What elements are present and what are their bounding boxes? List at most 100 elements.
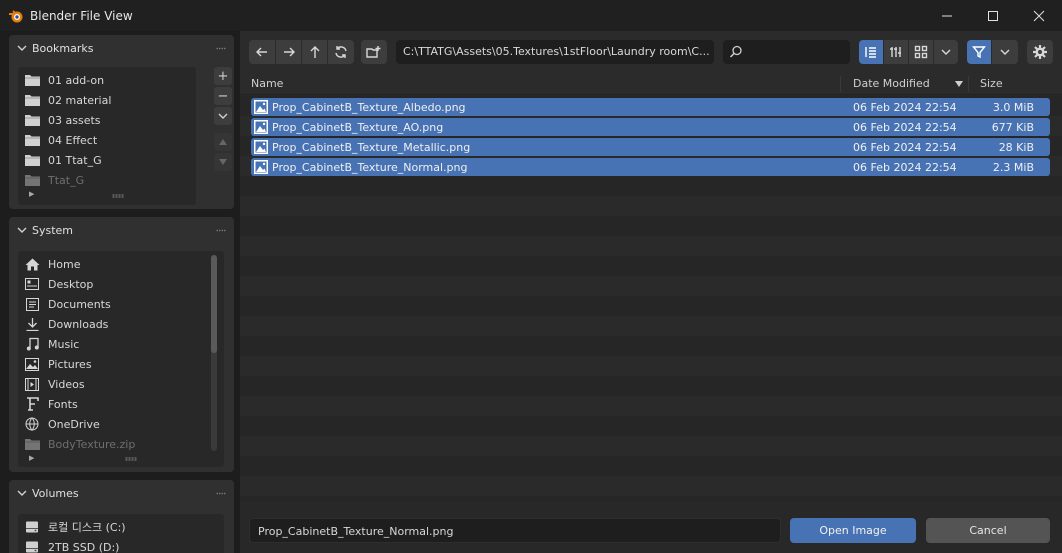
settings-button[interactable]	[1027, 40, 1053, 64]
system-item-label: Pictures	[48, 357, 92, 371]
image-file-icon	[254, 120, 268, 134]
drag-grip-icon[interactable]	[216, 492, 226, 495]
bookmarks-item[interactable]: 03 assets	[18, 110, 196, 130]
column-divider[interactable]	[968, 76, 969, 92]
system-item[interactable]: BodyTexture.zip	[18, 434, 224, 454]
system-scrollbar[interactable]	[211, 255, 217, 451]
bookmarks-item[interactable]: 01 Ttat_G	[18, 150, 196, 170]
close-icon	[1033, 10, 1045, 21]
refresh-button[interactable]	[328, 40, 354, 64]
thumbnail-view-button[interactable]	[909, 40, 933, 64]
home-icon	[24, 257, 40, 271]
directory-path-field[interactable]: C:\TTATG\Assets\05.Textures\1stFloor\Lau…	[396, 40, 714, 64]
cancel-button[interactable]: Cancel	[926, 518, 1050, 543]
desktop-icon	[24, 277, 40, 291]
filter-icon	[972, 46, 986, 59]
scrollbar-thumb[interactable]	[211, 255, 217, 353]
search-field[interactable]	[723, 40, 850, 64]
system-item[interactable]: Documents	[18, 294, 224, 314]
bookmarks-item[interactable]: 01 add-on	[18, 70, 196, 90]
maximize-button[interactable]	[970, 0, 1016, 31]
volumes-panel: Volumes 로컬 디스크 (C:) 2TB SSD (D:)	[9, 480, 234, 553]
size-column-header[interactable]: Size	[980, 73, 1003, 95]
list-resize-grip[interactable]	[112, 194, 124, 198]
bookmarks-item-label: Ttat_G	[48, 173, 85, 187]
remove-bookmark-button[interactable]: −	[214, 87, 232, 105]
open-image-button[interactable]: Open Image	[790, 518, 916, 543]
drag-grip-icon[interactable]	[216, 229, 226, 232]
filter-toggle-button[interactable]	[967, 40, 991, 64]
sidebar: Bookmarks 01 add-on 02 material 03 assets 0…	[0, 31, 240, 553]
parent-directory-button[interactable]	[302, 40, 327, 64]
system-item-label: Music	[48, 337, 80, 351]
list-view-icon	[865, 47, 876, 58]
columns-view-icon	[890, 47, 901, 57]
new-folder-button[interactable]	[361, 40, 387, 64]
system-item[interactable]: OneDrive	[18, 414, 224, 434]
system-header-label: System	[32, 223, 74, 237]
display-size-dropdown[interactable]	[934, 40, 958, 64]
file-name: Prop_CabinetB_Texture_Albedo.png	[272, 100, 466, 114]
file-name: Prop_CabinetB_Texture_Metallic.png	[272, 140, 471, 154]
move-down-button[interactable]	[214, 153, 232, 171]
videos-icon	[24, 377, 40, 391]
system-item[interactable]: Music	[18, 334, 224, 354]
image-file-icon	[254, 160, 268, 174]
bookmarks-panel: Bookmarks 01 add-on 02 material 03 assets 0…	[9, 35, 234, 209]
bookmarks-item[interactable]: Ttat_G	[18, 170, 196, 190]
bookmarks-header[interactable]: Bookmarks	[9, 35, 234, 61]
image-file-icon	[254, 140, 268, 154]
system-item[interactable]: Pictures	[18, 354, 224, 374]
bookmarks-side-buttons: + −	[214, 67, 232, 173]
bookmarks-item[interactable]: 02 material	[18, 90, 196, 110]
window-title: Blender File View	[30, 8, 133, 23]
expand-arrow-icon[interactable]: ▶	[29, 190, 34, 198]
filename-field[interactable]: Prop_CabinetB_Texture_Normal.png	[249, 518, 781, 543]
bookmarks-item-label: 02 material	[48, 93, 112, 107]
arrow-right-icon	[283, 47, 295, 57]
system-item[interactable]: Desktop	[18, 274, 224, 294]
system-item-label: Home	[48, 257, 81, 271]
system-header[interactable]: System	[9, 217, 234, 243]
drag-grip-icon[interactable]	[216, 47, 226, 50]
name-column-header[interactable]: Name	[251, 73, 283, 95]
date-column-header[interactable]: Date Modified	[853, 73, 930, 95]
minimize-button[interactable]	[924, 0, 970, 31]
file-row[interactable]: Prop_CabinetB_Texture_Normal.png 06 Feb 2…	[251, 158, 1050, 176]
bookmark-menu-button[interactable]	[214, 107, 232, 125]
system-item[interactable]: Downloads	[18, 314, 224, 334]
close-button[interactable]	[1016, 0, 1062, 31]
system-item-label: Videos	[48, 377, 85, 391]
system-item-label: OneDrive	[48, 417, 100, 431]
column-divider[interactable]	[840, 76, 841, 92]
horizontal-list-view-button[interactable]	[884, 40, 908, 64]
gear-icon	[1033, 45, 1047, 59]
bookmarks-item[interactable]: 04 Effect	[18, 130, 196, 150]
vertical-list-view-button[interactable]	[859, 40, 883, 64]
move-up-button[interactable]	[214, 133, 232, 151]
file-row[interactable]: Prop_CabinetB_Texture_Albedo.png 06 Feb 2…	[251, 98, 1050, 116]
sort-descending-icon	[955, 81, 963, 87]
blender-logo-icon	[9, 9, 23, 22]
system-item[interactable]: Videos	[18, 374, 224, 394]
system-panel: System Home Desktop Documents Downloads Musi…	[9, 217, 234, 472]
onedrive-icon	[24, 417, 40, 431]
volumes-item[interactable]: 2TB SSD (D:)	[18, 537, 224, 553]
add-bookmark-button[interactable]: +	[214, 67, 232, 85]
system-item[interactable]: Fonts	[18, 394, 224, 414]
system-item[interactable]: Home	[18, 254, 224, 274]
system-list: Home Desktop Documents Downloads Music Pictur…	[18, 251, 224, 467]
system-item-label: Desktop	[48, 277, 94, 291]
list-resize-grip[interactable]	[125, 457, 137, 461]
triangle-down-icon	[219, 159, 227, 165]
file-row[interactable]: Prop_CabinetB_Texture_Metallic.png 06 Feb…	[251, 138, 1050, 156]
expand-arrow-icon[interactable]: ▶	[29, 454, 34, 462]
volumes-item[interactable]: 로컬 디스크 (C:)	[18, 517, 224, 537]
image-file-icon	[254, 100, 268, 114]
file-row[interactable]: Prop_CabinetB_Texture_AO.png 06 Feb 2024 …	[251, 118, 1050, 136]
folder-icon	[24, 93, 40, 107]
filter-options-dropdown[interactable]	[992, 40, 1018, 64]
forward-button[interactable]	[276, 40, 301, 64]
back-button[interactable]	[249, 40, 275, 64]
volumes-header[interactable]: Volumes	[9, 480, 234, 506]
